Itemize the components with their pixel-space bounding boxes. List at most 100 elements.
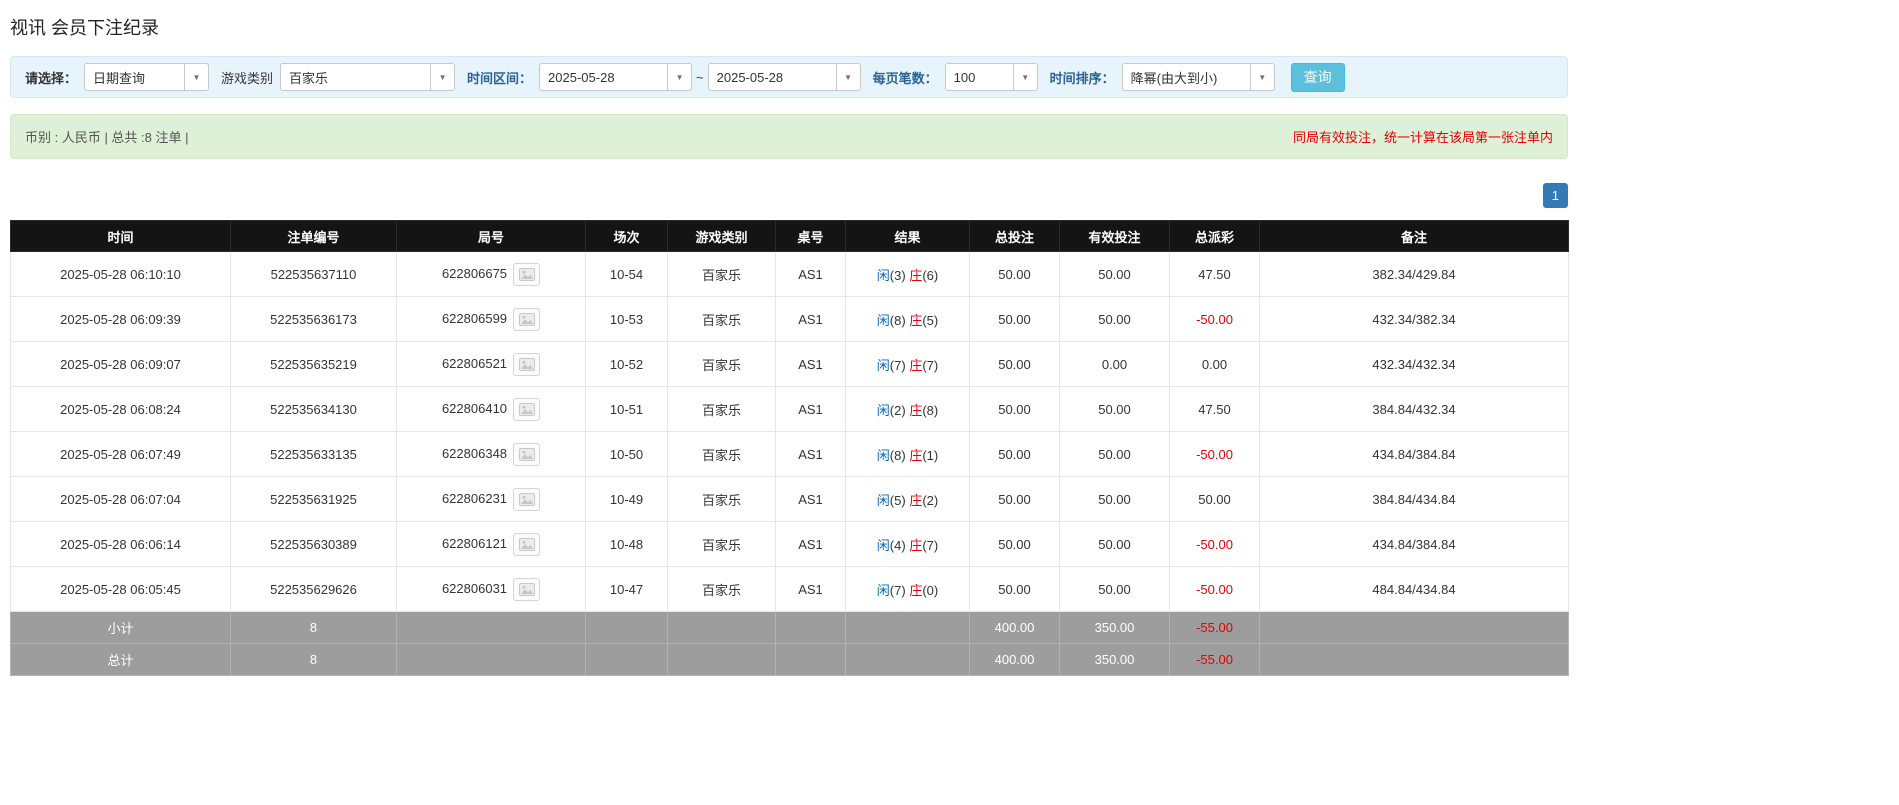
result-banker-value: (7) xyxy=(922,357,939,373)
footer-label: 小计 xyxy=(10,611,231,644)
cell-time: 2025-05-28 06:07:04 xyxy=(10,476,231,522)
cell-round-id: 622806599 xyxy=(396,296,586,342)
footer-empty-round xyxy=(396,611,586,644)
table-body: 2025-05-28 06:10:10 522535637110 6228066… xyxy=(10,251,1569,612)
total-bet-link[interactable]: 50.00 xyxy=(969,566,1060,612)
cell-game-type: 百家乐 xyxy=(667,566,776,612)
result-banker-label: 庄 xyxy=(909,447,923,463)
cell-table-no: AS1 xyxy=(775,251,846,297)
result-player-value: (3) xyxy=(889,267,906,283)
table-row: 2025-05-28 06:07:49 522535633135 6228063… xyxy=(10,431,1569,477)
total-bet-link[interactable]: 50.00 xyxy=(969,521,1060,567)
cell-round-id: 622806231 xyxy=(396,476,586,522)
footer-empty-session xyxy=(585,643,668,676)
cell-game-type: 百家乐 xyxy=(667,251,776,297)
round-id-text: 622806599 xyxy=(441,310,508,326)
result-player-label: 闲 xyxy=(876,582,890,598)
total-bet-link[interactable]: 50.00 xyxy=(969,251,1060,297)
result-banker-label: 庄 xyxy=(909,267,923,283)
replay-image-icon xyxy=(518,492,535,506)
cell-session: 10-51 xyxy=(585,386,668,432)
round-id-text: 622806348 xyxy=(441,445,508,461)
footer-total-bet: 400.00 xyxy=(969,611,1060,644)
cell-remark: 384.84/432.34 xyxy=(1259,386,1569,432)
footer-empty-game xyxy=(667,611,776,644)
cell-result: 闲(5) 庄(2) xyxy=(845,476,970,522)
footer-total-bet: 400.00 xyxy=(969,643,1060,676)
footer-empty-result xyxy=(845,611,970,644)
cell-session: 10-54 xyxy=(585,251,668,297)
replay-image-icon xyxy=(518,582,535,596)
footer-empty-result xyxy=(845,643,970,676)
betting-records-table: 时间 注单编号 局号 场次 游戏类别 桌号 结果 总投注 有效投注 总派彩 备注 2025-05-2… xyxy=(10,220,1569,676)
date-from-input[interactable] xyxy=(539,63,668,91)
total-bet-link[interactable]: 50.00 xyxy=(969,386,1060,432)
cell-valid-bet: 50.00 xyxy=(1059,476,1170,522)
result-banker-label: 庄 xyxy=(909,312,923,328)
result-player-label: 闲 xyxy=(876,312,890,328)
date-to-combobox: ▼ xyxy=(707,63,861,91)
round-replay-button[interactable] xyxy=(513,262,541,286)
total-bet-link[interactable]: 50.00 xyxy=(969,296,1060,342)
game-type-dropdown-arrow[interactable]: ▼ xyxy=(430,63,456,91)
search-button[interactable]: 查询 xyxy=(1290,62,1345,92)
cell-payout: 47.50 xyxy=(1169,386,1260,432)
date-to-dropdown-arrow[interactable]: ▼ xyxy=(835,63,861,91)
note-text: 同局有效投注，统一计算在该局第一张注单内 xyxy=(1292,130,1553,145)
cell-bet-id: 522535629626 xyxy=(230,566,397,612)
cell-bet-id: 522535630389 xyxy=(230,521,397,567)
cell-payout: -50.00 xyxy=(1169,521,1260,567)
date-from-dropdown-arrow[interactable]: ▼ xyxy=(667,63,693,91)
query-type-dropdown-arrow[interactable]: ▼ xyxy=(184,63,210,91)
round-replay-button[interactable] xyxy=(513,397,541,421)
column-header: 场次 xyxy=(585,220,668,252)
round-id-text: 622806521 xyxy=(441,355,508,371)
column-header: 时间 xyxy=(10,220,231,252)
cell-session: 10-50 xyxy=(585,431,668,477)
column-header: 注单编号 xyxy=(230,220,397,252)
footer-payout: -55.00 xyxy=(1169,643,1260,676)
cell-session: 10-47 xyxy=(585,566,668,612)
query-type-input[interactable] xyxy=(84,63,185,91)
table-row: 2025-05-28 06:07:04 522535631925 6228062… xyxy=(10,476,1569,522)
round-replay-button[interactable] xyxy=(513,307,541,331)
sort-input[interactable] xyxy=(1121,63,1250,91)
chevron-down-icon: ▼ xyxy=(1258,72,1267,82)
total-bet-link[interactable]: 50.00 xyxy=(969,431,1060,477)
result-player-label: 闲 xyxy=(876,447,890,463)
page-size-input[interactable] xyxy=(944,63,1013,91)
cell-valid-bet: 50.00 xyxy=(1059,386,1170,432)
footer-label: 总计 xyxy=(10,643,231,676)
cell-bet-id: 522535635219 xyxy=(230,341,397,387)
pagination-page-1[interactable]: 1 xyxy=(1542,183,1568,208)
sort-label: 时间排序： xyxy=(1049,70,1115,86)
sort-dropdown-arrow[interactable]: ▼ xyxy=(1249,63,1275,91)
round-replay-button[interactable] xyxy=(513,352,541,376)
column-header: 游戏类别 xyxy=(667,220,776,252)
column-header: 桌号 xyxy=(775,220,846,252)
total-bet-link[interactable]: 50.00 xyxy=(969,476,1060,522)
column-header: 结果 xyxy=(845,220,970,252)
total-bet-link[interactable]: 50.00 xyxy=(969,341,1060,387)
result-player-label: 闲 xyxy=(876,267,890,283)
round-id-text: 622806031 xyxy=(441,580,508,596)
round-replay-button[interactable] xyxy=(513,487,541,511)
page-size-dropdown-arrow[interactable]: ▼ xyxy=(1012,63,1038,91)
game-type-input[interactable] xyxy=(280,63,431,91)
round-replay-button[interactable] xyxy=(513,577,541,601)
cell-session: 10-52 xyxy=(585,341,668,387)
result-banker-label: 庄 xyxy=(909,492,923,508)
round-replay-button[interactable] xyxy=(513,532,541,556)
column-header: 总派彩 xyxy=(1169,220,1260,252)
result-banker-label: 庄 xyxy=(909,537,923,553)
replay-image-icon xyxy=(518,312,535,326)
replay-image-icon xyxy=(518,357,535,371)
cell-round-id: 622806031 xyxy=(396,566,586,612)
round-replay-button[interactable] xyxy=(513,442,541,466)
cell-result: 闲(3) 庄(6) xyxy=(845,251,970,297)
column-header: 局号 xyxy=(396,220,586,252)
table-row: 2025-05-28 06:10:10 522535637110 6228066… xyxy=(10,251,1569,297)
date-to-input[interactable] xyxy=(707,63,836,91)
cell-bet-id: 522535631925 xyxy=(230,476,397,522)
result-player-value: (8) xyxy=(889,312,906,328)
